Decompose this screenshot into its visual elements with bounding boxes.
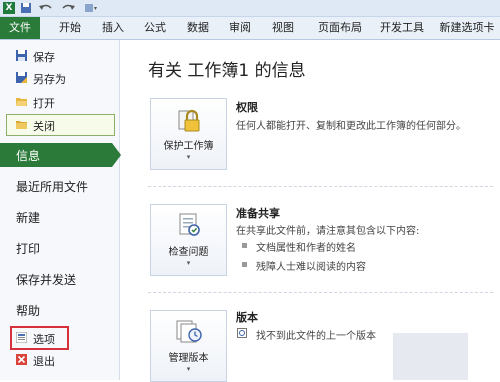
open-folder-icon xyxy=(16,98,27,106)
section-divider xyxy=(148,186,493,187)
menu-item-recent[interactable]: 最近所用文件 xyxy=(16,178,88,195)
protect-workbook-button[interactable]: 保护工作簿 ▾ xyxy=(150,98,227,170)
obscured-region xyxy=(393,333,468,380)
menu-item-info[interactable]: 信息 xyxy=(0,143,112,167)
menu-item-label: 选项 xyxy=(33,333,55,346)
customize-toolbar-icon[interactable] xyxy=(84,2,98,14)
menu-item-label: 信息 xyxy=(16,149,41,163)
tab-formulas[interactable]: 公式 xyxy=(140,17,170,39)
dropdown-arrow-icon: ▾ xyxy=(186,365,191,373)
menu-item-label: 关闭 xyxy=(33,120,55,133)
lock-icon xyxy=(178,109,200,132)
options-icon xyxy=(16,332,27,343)
menu-item-label: 退出 xyxy=(33,355,55,368)
bullet-icon xyxy=(242,243,247,248)
tab-insert[interactable]: 插入 xyxy=(98,17,128,39)
section-description-permissions: 任何人都能打开、复制和更改此工作簿的任何部分。 xyxy=(236,121,466,132)
check-issues-button[interactable]: 检查问题 ▾ xyxy=(150,204,227,276)
menu-item-print[interactable]: 打印 xyxy=(16,240,40,257)
quick-access-toolbar: X xyxy=(0,0,500,17)
menu-item-close[interactable]: 关闭 xyxy=(0,116,119,134)
section-description-prepare-sharing: 在共享此文件前，请注意其包含以下内容: xyxy=(236,226,420,237)
manage-versions-button[interactable]: 管理版本 ▾ xyxy=(150,310,227,382)
button-label: 管理版本 xyxy=(168,353,209,364)
tab-new-tab[interactable]: 新建选项卡 xyxy=(434,17,500,39)
selection-arrow xyxy=(112,143,121,167)
close-folder-icon xyxy=(16,121,27,129)
undo-icon[interactable] xyxy=(38,2,54,14)
tab-page-layout[interactable]: 页面布局 xyxy=(312,17,368,39)
tab-data[interactable]: 数据 xyxy=(183,17,213,39)
save-as-icon xyxy=(16,72,27,83)
ribbon-tab-bar: 文件 开始 插入 公式 数据 审阅 视图 页面布局 开发工具 新建选项卡 xyxy=(0,17,500,40)
menu-item-help[interactable]: 帮助 xyxy=(16,302,40,319)
button-label: 检查问题 xyxy=(168,247,209,258)
menu-item-exit[interactable]: 退出 xyxy=(0,353,119,369)
page-title: 有关 工作簿1 的信息 xyxy=(148,61,306,81)
exit-icon xyxy=(16,354,27,365)
versions-icon xyxy=(176,320,202,343)
redo-icon[interactable] xyxy=(60,2,76,14)
version-info-icon xyxy=(237,328,247,338)
dropdown-arrow-icon: ▾ xyxy=(186,259,191,267)
section-heading-permissions: 权限 xyxy=(236,101,258,114)
menu-item-save[interactable]: 保存 xyxy=(0,47,119,65)
menu-item-label: 另存为 xyxy=(33,73,66,86)
save-icon xyxy=(16,50,27,61)
bullet-icon xyxy=(242,262,247,267)
tab-review[interactable]: 审阅 xyxy=(225,17,255,39)
section-heading-versions: 版本 xyxy=(236,311,258,324)
tab-file[interactable]: 文件 xyxy=(0,17,40,39)
bullet-text: 文档属性和作者的姓名 xyxy=(256,243,356,254)
tab-view[interactable]: 视图 xyxy=(268,17,298,39)
section-heading-prepare-sharing: 准备共享 xyxy=(236,207,280,220)
checklist-icon xyxy=(179,213,200,236)
tab-developer[interactable]: 开发工具 xyxy=(374,17,430,39)
menu-item-label: 打开 xyxy=(33,97,55,110)
bullet-text: 残障人士难以阅读的内容 xyxy=(256,262,366,273)
menu-item-label: 保存 xyxy=(33,51,55,64)
button-label: 保护工作簿 xyxy=(163,141,214,152)
menu-item-open[interactable]: 打开 xyxy=(0,93,119,111)
menu-item-save-as[interactable]: 另存为 xyxy=(0,69,119,87)
menu-item-options[interactable]: 选项 xyxy=(0,331,119,347)
save-icon[interactable] xyxy=(20,2,32,14)
dropdown-arrow-icon: ▾ xyxy=(186,153,191,161)
menu-item-new[interactable]: 新建 xyxy=(16,209,40,226)
excel-logo-icon: X xyxy=(3,2,15,14)
section-description-versions: 找不到此文件的上一个版本 xyxy=(256,331,376,342)
tab-home[interactable]: 开始 xyxy=(55,17,85,39)
section-divider xyxy=(148,292,493,293)
menu-item-save-send[interactable]: 保存并发送 xyxy=(16,271,76,288)
